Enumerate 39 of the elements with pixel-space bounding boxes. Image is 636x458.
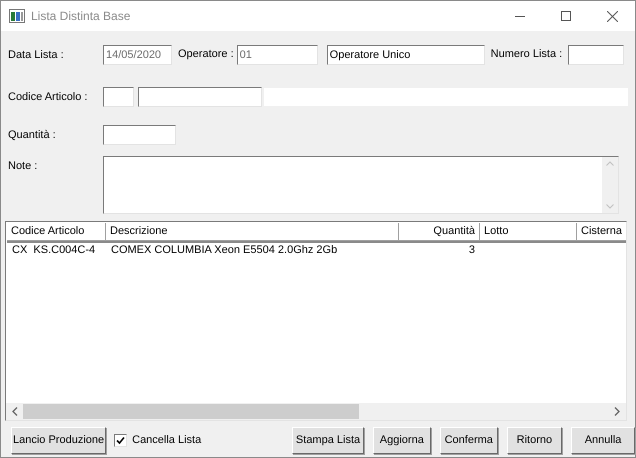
column-header[interactable]: Lotto: [480, 223, 577, 241]
checkbox[interactable]: [114, 434, 128, 447]
column-header[interactable]: Cisterna: [577, 223, 626, 241]
field-label: Note :: [8, 160, 38, 172]
input-field[interactable]: [103, 87, 134, 107]
action-button[interactable]: Ritorno: [506, 427, 562, 454]
checkbox-label[interactable]: Cancella Lista: [132, 432, 202, 449]
input-field[interactable]: [103, 125, 176, 145]
input-field[interactable]: 14/05/2020: [103, 45, 172, 65]
input-field[interactable]: Operatore Unico: [326, 45, 485, 65]
close-icon: [606, 10, 618, 22]
field-label: Codice Articolo :: [8, 91, 88, 103]
field-label: Quantità :: [8, 129, 56, 141]
scroll-up-icon: [606, 161, 614, 166]
action-button[interactable]: Aggiorna: [372, 427, 431, 454]
window-title: Lista Distinta Base: [31, 8, 130, 25]
maximize-icon: [561, 11, 571, 21]
vertical-scrollbar[interactable]: [602, 157, 618, 213]
column-header[interactable]: Codice Articolo: [7, 223, 106, 241]
field-label: Data Lista :: [8, 49, 64, 61]
action-button[interactable]: Lancio Produzione: [11, 427, 106, 454]
column-header[interactable]: Descrizione: [106, 223, 399, 241]
input-field[interactable]: 01: [236, 45, 318, 65]
field-label: Numero Lista :: [490, 47, 564, 62]
action-button[interactable]: Conferma: [440, 427, 498, 454]
column-header[interactable]: Quantità: [399, 223, 480, 241]
action-button[interactable]: Stampa Lista: [292, 427, 364, 454]
table-cell: CX KS.C004C-4: [12, 244, 96, 256]
scroll-down-icon: [606, 204, 614, 209]
table-cell: COMEX COLUMBIA Xeon E5504 2.0Ghz 2Gb: [111, 244, 338, 256]
horizontal-scrollbar[interactable]: [6, 403, 626, 420]
input-field[interactable]: [138, 87, 262, 107]
scrollbar-thumb[interactable]: [23, 404, 359, 419]
action-button[interactable]: Annulla: [571, 427, 635, 454]
field-label: Operatore :: [178, 47, 234, 62]
table-cell: 3: [468, 244, 475, 256]
note-field[interactable]: [103, 156, 619, 214]
app-icon: [9, 9, 25, 23]
input-field[interactable]: [568, 45, 624, 65]
